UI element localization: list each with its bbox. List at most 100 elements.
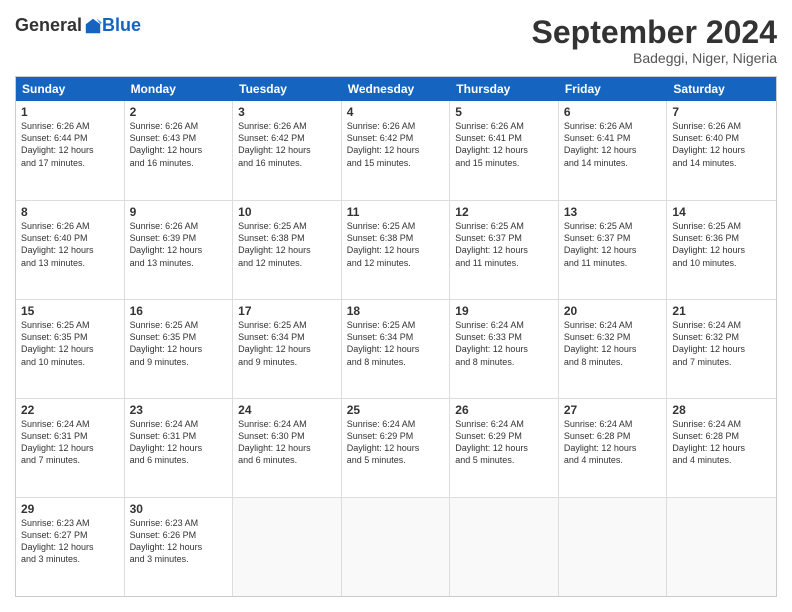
day-22: 22 Sunrise: 6:24 AMSunset: 6:31 PMDaylig… <box>16 399 125 497</box>
day-num-29: 29 <box>21 502 119 516</box>
day-num-18: 18 <box>347 304 445 318</box>
day-num-24: 24 <box>238 403 336 417</box>
day-num-4: 4 <box>347 105 445 119</box>
week-4: 22 Sunrise: 6:24 AMSunset: 6:31 PMDaylig… <box>16 398 776 497</box>
day-18: 18 Sunrise: 6:25 AMSunset: 6:34 PMDaylig… <box>342 300 451 398</box>
day-info-8: Sunrise: 6:26 AMSunset: 6:40 PMDaylight:… <box>21 220 119 269</box>
day-6: 6 Sunrise: 6:26 AMSunset: 6:41 PMDayligh… <box>559 101 668 200</box>
day-num-14: 14 <box>672 205 771 219</box>
empty-1 <box>233 498 342 596</box>
day-info-23: Sunrise: 6:24 AMSunset: 6:31 PMDaylight:… <box>130 418 228 467</box>
month-title: September 2024 <box>532 15 777 50</box>
day-num-6: 6 <box>564 105 662 119</box>
day-num-9: 9 <box>130 205 228 219</box>
day-num-19: 19 <box>455 304 553 318</box>
day-num-10: 10 <box>238 205 336 219</box>
day-num-25: 25 <box>347 403 445 417</box>
day-num-12: 12 <box>455 205 553 219</box>
header-friday: Friday <box>559 77 668 101</box>
day-info-3: Sunrise: 6:26 AMSunset: 6:42 PMDaylight:… <box>238 120 336 169</box>
day-info-14: Sunrise: 6:25 AMSunset: 6:36 PMDaylight:… <box>672 220 771 269</box>
logo: General Blue <box>15 15 141 36</box>
day-16: 16 Sunrise: 6:25 AMSunset: 6:35 PMDaylig… <box>125 300 234 398</box>
empty-3 <box>450 498 559 596</box>
header-sunday: Sunday <box>16 77 125 101</box>
week-2: 8 Sunrise: 6:26 AMSunset: 6:40 PMDayligh… <box>16 200 776 299</box>
header-wednesday: Wednesday <box>342 77 451 101</box>
day-num-20: 20 <box>564 304 662 318</box>
day-12: 12 Sunrise: 6:25 AMSunset: 6:37 PMDaylig… <box>450 201 559 299</box>
day-info-10: Sunrise: 6:25 AMSunset: 6:38 PMDaylight:… <box>238 220 336 269</box>
week-1: 1 Sunrise: 6:26 AMSunset: 6:44 PMDayligh… <box>16 101 776 200</box>
day-num-28: 28 <box>672 403 771 417</box>
day-25: 25 Sunrise: 6:24 AMSunset: 6:29 PMDaylig… <box>342 399 451 497</box>
calendar: Sunday Monday Tuesday Wednesday Thursday… <box>15 76 777 597</box>
day-num-1: 1 <box>21 105 119 119</box>
day-num-16: 16 <box>130 304 228 318</box>
day-30: 30 Sunrise: 6:23 AMSunset: 6:26 PMDaylig… <box>125 498 234 596</box>
day-20: 20 Sunrise: 6:24 AMSunset: 6:32 PMDaylig… <box>559 300 668 398</box>
day-1: 1 Sunrise: 6:26 AMSunset: 6:44 PMDayligh… <box>16 101 125 200</box>
day-num-5: 5 <box>455 105 553 119</box>
day-num-23: 23 <box>130 403 228 417</box>
day-info-11: Sunrise: 6:25 AMSunset: 6:38 PMDaylight:… <box>347 220 445 269</box>
logo-blue-text: Blue <box>102 15 141 36</box>
day-10: 10 Sunrise: 6:25 AMSunset: 6:38 PMDaylig… <box>233 201 342 299</box>
day-info-1: Sunrise: 6:26 AMSunset: 6:44 PMDaylight:… <box>21 120 119 169</box>
page: General Blue September 2024 Badeggi, Nig… <box>0 0 792 612</box>
day-9: 9 Sunrise: 6:26 AMSunset: 6:39 PMDayligh… <box>125 201 234 299</box>
day-info-15: Sunrise: 6:25 AMSunset: 6:35 PMDaylight:… <box>21 319 119 368</box>
day-info-21: Sunrise: 6:24 AMSunset: 6:32 PMDaylight:… <box>672 319 771 368</box>
header-monday: Monday <box>125 77 234 101</box>
day-info-28: Sunrise: 6:24 AMSunset: 6:28 PMDaylight:… <box>672 418 771 467</box>
day-info-6: Sunrise: 6:26 AMSunset: 6:41 PMDaylight:… <box>564 120 662 169</box>
day-28: 28 Sunrise: 6:24 AMSunset: 6:28 PMDaylig… <box>667 399 776 497</box>
day-num-27: 27 <box>564 403 662 417</box>
header-thursday: Thursday <box>450 77 559 101</box>
title-section: September 2024 Badeggi, Niger, Nigeria <box>532 15 777 66</box>
day-23: 23 Sunrise: 6:24 AMSunset: 6:31 PMDaylig… <box>125 399 234 497</box>
day-info-26: Sunrise: 6:24 AMSunset: 6:29 PMDaylight:… <box>455 418 553 467</box>
day-info-30: Sunrise: 6:23 AMSunset: 6:26 PMDaylight:… <box>130 517 228 566</box>
header-saturday: Saturday <box>667 77 776 101</box>
day-7: 7 Sunrise: 6:26 AMSunset: 6:40 PMDayligh… <box>667 101 776 200</box>
day-info-25: Sunrise: 6:24 AMSunset: 6:29 PMDaylight:… <box>347 418 445 467</box>
day-info-12: Sunrise: 6:25 AMSunset: 6:37 PMDaylight:… <box>455 220 553 269</box>
day-num-26: 26 <box>455 403 553 417</box>
day-19: 19 Sunrise: 6:24 AMSunset: 6:33 PMDaylig… <box>450 300 559 398</box>
calendar-body: 1 Sunrise: 6:26 AMSunset: 6:44 PMDayligh… <box>16 101 776 596</box>
empty-2 <box>342 498 451 596</box>
day-info-9: Sunrise: 6:26 AMSunset: 6:39 PMDaylight:… <box>130 220 228 269</box>
day-14: 14 Sunrise: 6:25 AMSunset: 6:36 PMDaylig… <box>667 201 776 299</box>
day-15: 15 Sunrise: 6:25 AMSunset: 6:35 PMDaylig… <box>16 300 125 398</box>
logo-text: General Blue <box>15 15 141 36</box>
day-num-2: 2 <box>130 105 228 119</box>
day-4: 4 Sunrise: 6:26 AMSunset: 6:42 PMDayligh… <box>342 101 451 200</box>
day-26: 26 Sunrise: 6:24 AMSunset: 6:29 PMDaylig… <box>450 399 559 497</box>
calendar-header: Sunday Monday Tuesday Wednesday Thursday… <box>16 77 776 101</box>
day-info-19: Sunrise: 6:24 AMSunset: 6:33 PMDaylight:… <box>455 319 553 368</box>
day-num-11: 11 <box>347 205 445 219</box>
day-info-20: Sunrise: 6:24 AMSunset: 6:32 PMDaylight:… <box>564 319 662 368</box>
day-13: 13 Sunrise: 6:25 AMSunset: 6:37 PMDaylig… <box>559 201 668 299</box>
day-info-29: Sunrise: 6:23 AMSunset: 6:27 PMDaylight:… <box>21 517 119 566</box>
day-info-4: Sunrise: 6:26 AMSunset: 6:42 PMDaylight:… <box>347 120 445 169</box>
week-3: 15 Sunrise: 6:25 AMSunset: 6:35 PMDaylig… <box>16 299 776 398</box>
day-29: 29 Sunrise: 6:23 AMSunset: 6:27 PMDaylig… <box>16 498 125 596</box>
day-2: 2 Sunrise: 6:26 AMSunset: 6:43 PMDayligh… <box>125 101 234 200</box>
day-24: 24 Sunrise: 6:24 AMSunset: 6:30 PMDaylig… <box>233 399 342 497</box>
logo-general-text: General <box>15 15 82 36</box>
day-info-18: Sunrise: 6:25 AMSunset: 6:34 PMDaylight:… <box>347 319 445 368</box>
day-info-17: Sunrise: 6:25 AMSunset: 6:34 PMDaylight:… <box>238 319 336 368</box>
day-info-24: Sunrise: 6:24 AMSunset: 6:30 PMDaylight:… <box>238 418 336 467</box>
day-info-13: Sunrise: 6:25 AMSunset: 6:37 PMDaylight:… <box>564 220 662 269</box>
day-27: 27 Sunrise: 6:24 AMSunset: 6:28 PMDaylig… <box>559 399 668 497</box>
header-tuesday: Tuesday <box>233 77 342 101</box>
week-5: 29 Sunrise: 6:23 AMSunset: 6:27 PMDaylig… <box>16 497 776 596</box>
day-3: 3 Sunrise: 6:26 AMSunset: 6:42 PMDayligh… <box>233 101 342 200</box>
day-num-30: 30 <box>130 502 228 516</box>
empty-5 <box>667 498 776 596</box>
day-info-7: Sunrise: 6:26 AMSunset: 6:40 PMDaylight:… <box>672 120 771 169</box>
day-num-15: 15 <box>21 304 119 318</box>
day-info-2: Sunrise: 6:26 AMSunset: 6:43 PMDaylight:… <box>130 120 228 169</box>
